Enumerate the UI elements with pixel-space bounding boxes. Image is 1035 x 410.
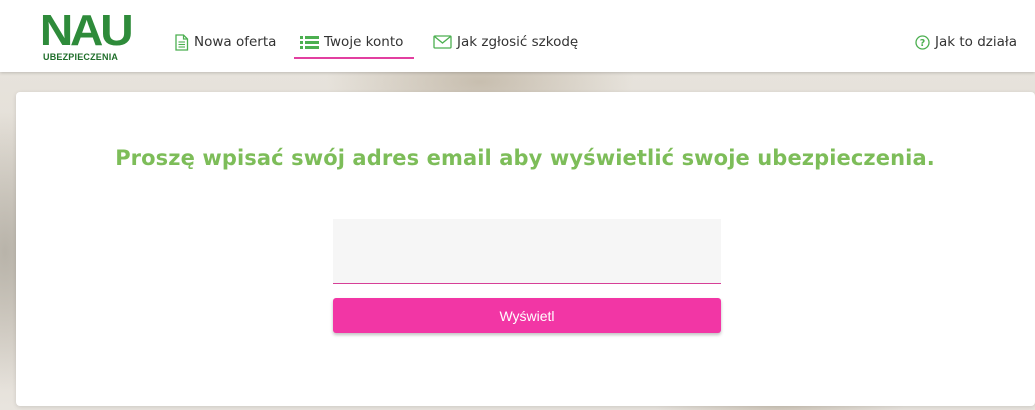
nav-how-it-works-label: Jak to działa: [935, 34, 1017, 50]
logo-mark: NAU: [39, 6, 134, 55]
nav-report-claim[interactable]: Jak zgłosić szkodę: [433, 31, 578, 53]
top-navigation-bar: NAU UBEZPIECZENIA Nowa oferta Twoje kont…: [0, 0, 1035, 72]
svg-text:?: ?: [920, 38, 926, 49]
nau-logo[interactable]: NAU UBEZPIECZENIA: [39, 6, 134, 65]
nav-your-account[interactable]: Twoje konto: [300, 31, 403, 53]
logo-text: UBEZPIECZENIA: [43, 52, 119, 62]
page-heading: Proszę wpisać swój adres email aby wyświ…: [115, 146, 935, 170]
nav-new-offer[interactable]: Nowa oferta: [174, 31, 276, 53]
active-tab-indicator: [294, 57, 414, 59]
envelope-icon: [433, 35, 452, 49]
nav-new-offer-label: Nowa oferta: [194, 34, 277, 50]
show-insurances-button[interactable]: Wyświetl: [333, 298, 721, 333]
list-icon: [300, 35, 319, 50]
nav-how-it-works[interactable]: ? Jak to działa: [915, 31, 1017, 53]
email-field[interactable]: [333, 219, 721, 284]
nav-your-account-label: Twoje konto: [324, 34, 404, 50]
question-circle-icon: ?: [915, 34, 930, 50]
document-icon: [174, 33, 189, 51]
nav-report-claim-label: Jak zgłosić szkodę: [457, 34, 579, 50]
